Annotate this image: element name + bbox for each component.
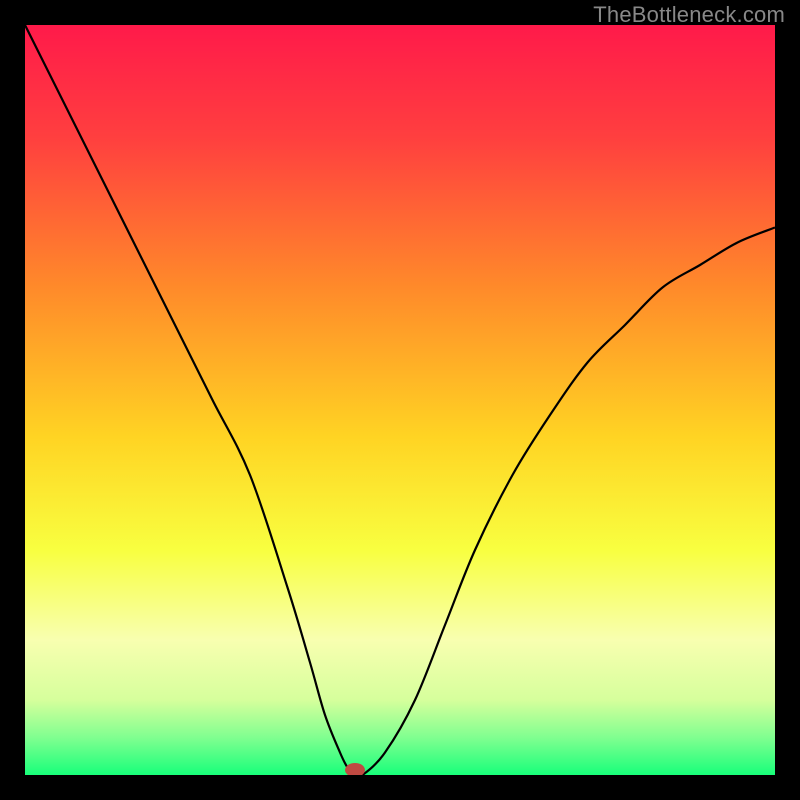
chart-frame: TheBottleneck.com: [0, 0, 800, 800]
chart-svg: [25, 25, 775, 775]
gradient-background: [25, 25, 775, 775]
watermark-text: TheBottleneck.com: [593, 2, 785, 28]
plot-area: [25, 25, 775, 775]
